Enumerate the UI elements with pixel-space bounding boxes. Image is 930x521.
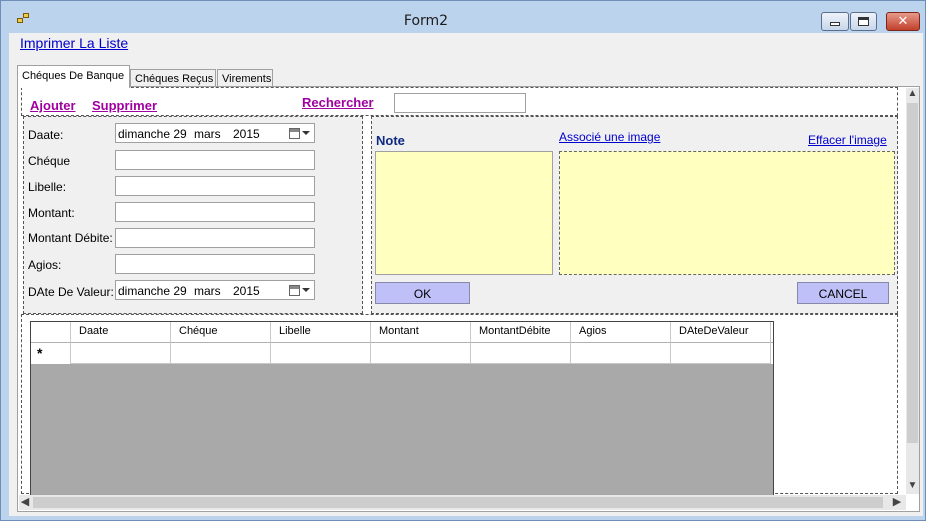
libelle-label: Libelle: <box>28 180 67 194</box>
col-header-agios[interactable]: Agios <box>571 322 671 343</box>
date-valeur-picker[interactable]: dimanche 29 mars 2015 <box>115 280 315 300</box>
table-cell[interactable] <box>671 343 771 364</box>
title-bar: Form2 ✕ <box>1 1 925 35</box>
table-cell[interactable] <box>171 343 271 364</box>
note-textarea[interactable] <box>375 151 553 275</box>
libelle-field[interactable] <box>115 176 315 196</box>
search-link[interactable]: Rechercher <box>302 95 374 110</box>
scroll-up-icon[interactable]: ▲ <box>907 88 918 101</box>
table-cell[interactable] <box>571 343 671 364</box>
montant-debite-field[interactable] <box>115 228 315 248</box>
calendar-icon <box>289 128 300 139</box>
horizontal-scroll-thumb[interactable] <box>33 497 883 508</box>
date-picker[interactable]: dimanche 29 mars 2015 <box>115 123 315 143</box>
ok-button[interactable]: OK <box>375 282 470 304</box>
new-row-marker: * <box>37 345 43 361</box>
vertical-scroll-thumb[interactable] <box>907 103 918 443</box>
print-list-link[interactable]: Imprimer La Liste <box>20 35 128 51</box>
add-link[interactable]: Ajouter <box>30 98 76 113</box>
date-label: Daate: <box>28 128 64 142</box>
close-button[interactable]: ✕ <box>886 12 920 31</box>
grid-corner <box>31 322 71 343</box>
cancel-button[interactable]: CANCEL <box>797 282 889 304</box>
note-label: Note <box>376 133 405 148</box>
window-title: Form2 <box>403 13 449 29</box>
tab-cheques-recus[interactable]: Chéques Reçus <box>130 69 216 87</box>
minimize-button[interactable] <box>821 12 849 31</box>
table-cell[interactable] <box>371 343 471 364</box>
calendar-icon <box>289 285 300 296</box>
agios-field[interactable] <box>115 254 315 274</box>
search-input[interactable] <box>394 93 526 113</box>
date-valeur-label: DAte De Valeur: <box>28 285 114 299</box>
tab-cheques-banque[interactable]: Chéques De Banque <box>17 65 130 88</box>
maximize-icon <box>858 17 869 26</box>
action-panel: Ajouter Supprimer Rechercher <box>21 87 898 116</box>
table-row[interactable]: * <box>31 343 773 364</box>
delete-link[interactable]: Supprimer <box>92 98 157 113</box>
tab-page: Ajouter Supprimer Rechercher Daate: dima… <box>17 86 920 512</box>
col-header-date-valeur[interactable]: DAteDeValeur <box>671 322 771 343</box>
cheque-field[interactable] <box>115 150 315 170</box>
scroll-down-icon[interactable]: ▼ <box>907 480 918 493</box>
table-cell[interactable] <box>471 343 571 364</box>
scroll-left-icon[interactable]: ◀ <box>19 495 31 510</box>
minimize-icon <box>830 22 840 26</box>
date-day: dimanche 29 <box>118 127 187 141</box>
entry-form-panel: Daate: dimanche 29 mars 2015 Chéque Libe… <box>23 116 363 314</box>
col-header-libelle[interactable]: Libelle <box>271 322 371 343</box>
associate-image-link[interactable]: Associé une image <box>559 130 660 144</box>
montant-debite-label: Montant Débite: <box>28 231 113 245</box>
col-header-montant-debite[interactable]: MontantDébite <box>471 322 571 343</box>
date-valeur-month: mars <box>194 284 221 298</box>
cheque-label: Chéque <box>28 154 71 168</box>
date-valeur-year: 2015 <box>233 284 260 298</box>
col-header-cheque[interactable]: Chéque <box>171 322 271 343</box>
table-cell[interactable] <box>271 343 371 364</box>
note-panel: Note Associé une image Effacer l'image O… <box>371 116 898 314</box>
maximize-button[interactable] <box>850 12 877 31</box>
table-cell[interactable] <box>71 343 171 364</box>
image-box[interactable] <box>559 151 895 275</box>
date-month: mars <box>194 127 221 141</box>
tab-virements[interactable]: Virements <box>217 69 273 87</box>
date-year: 2015 <box>233 127 260 141</box>
chevron-down-icon <box>302 288 310 292</box>
horizontal-scrollbar[interactable]: ◀ ▶ <box>19 495 906 510</box>
agios-label: Agios: <box>28 258 62 272</box>
close-icon: ✕ <box>897 14 909 29</box>
window: Form2 ✕ Imprimer La Liste Chéques De Ban… <box>0 0 926 521</box>
col-header-montant[interactable]: Montant <box>371 322 471 343</box>
clear-image-link[interactable]: Effacer l'image <box>808 133 887 147</box>
client-area: Imprimer La Liste Chéques De Banque Chéq… <box>9 33 923 516</box>
vertical-scrollbar[interactable]: ▲ ▼ <box>906 88 919 494</box>
data-grid[interactable]: Daate Chéque Libelle Montant MontantDébi… <box>30 321 774 497</box>
montant-label: Montant: <box>28 206 75 220</box>
date-valeur-day: dimanche 29 <box>118 284 187 298</box>
chevron-down-icon <box>302 131 310 135</box>
grid-header: Daate Chéque Libelle Montant MontantDébi… <box>31 322 773 343</box>
montant-field[interactable] <box>115 202 315 222</box>
scroll-right-icon[interactable]: ▶ <box>891 495 903 510</box>
grid-panel: Daate Chéque Libelle Montant MontantDébi… <box>21 314 898 497</box>
col-header-daate[interactable]: Daate <box>71 322 171 343</box>
row-header[interactable]: * <box>31 343 71 364</box>
